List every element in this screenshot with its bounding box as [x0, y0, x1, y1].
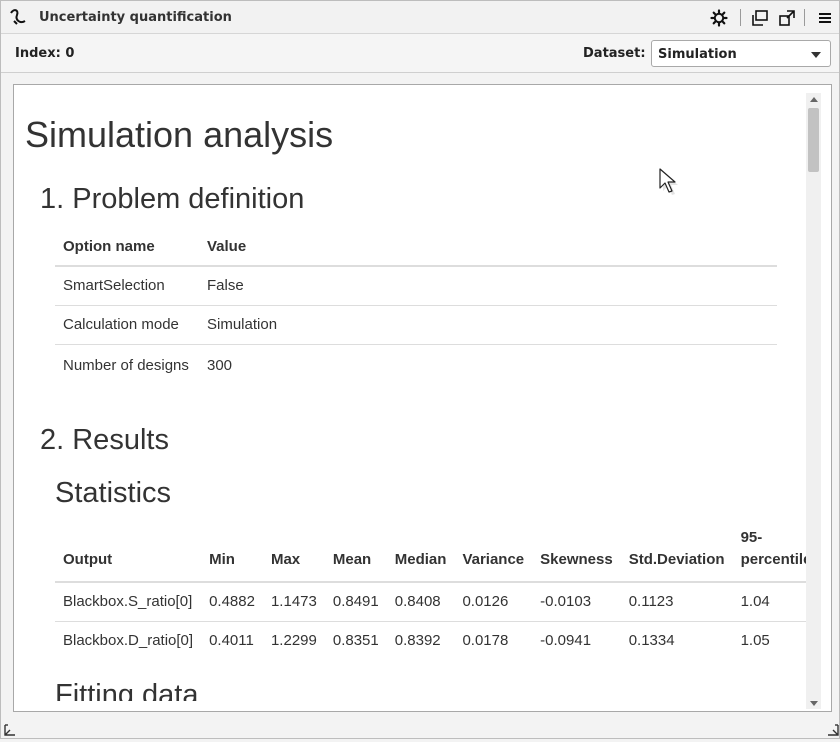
table-cell: 0.4011	[209, 632, 254, 650]
options-table: Option name Value SmartSelection False C…	[55, 228, 777, 402]
table-cell: 1.04	[732, 582, 806, 622]
table-cell: 0.8491	[324, 582, 387, 622]
table-cell: 1.1473	[262, 582, 325, 622]
dataset-dropdown[interactable]: Simulation	[651, 40, 831, 67]
s-curve-icon	[8, 7, 28, 27]
mouse-pointer-icon	[657, 166, 681, 198]
column-header: Option name	[55, 228, 199, 267]
section-heading-problem: 1. Problem definition	[40, 183, 305, 215]
statistics-table: Output Min Max Mean Median Variance Skew…	[55, 522, 806, 660]
page-title: Simulation analysis	[25, 114, 334, 155]
table-cell: 0.1334	[628, 632, 675, 650]
toolbar-separator	[740, 9, 741, 26]
window-title: Uncertainty quantification	[39, 10, 232, 25]
column-header: Median	[386, 522, 455, 583]
table-cell: 1.05	[740, 632, 770, 650]
table-cell: 0.8408	[386, 582, 455, 622]
dock-icon	[752, 10, 768, 26]
column-header: Value	[199, 228, 777, 267]
table-cell: Number of designs	[63, 356, 189, 374]
table-row: SmartSelection False	[55, 266, 777, 306]
column-header: Max	[262, 522, 325, 583]
scroll-up-icon[interactable]	[810, 97, 818, 102]
settings-button[interactable]	[709, 8, 729, 28]
table-cell: 0.0178	[462, 632, 509, 650]
gear-icon	[710, 9, 728, 27]
vertical-scroll-thumb[interactable]	[808, 108, 819, 172]
toolbar-separator	[804, 9, 805, 26]
column-header: Variance	[454, 522, 533, 583]
table-cell: 0.8351	[332, 632, 379, 650]
table-cell: False	[199, 266, 777, 306]
scroll-down-icon[interactable]	[810, 701, 818, 706]
table-row: Number of designs 300	[55, 344, 777, 402]
table-cell: -0.0941	[540, 632, 592, 650]
section-heading-results: 2. Results	[40, 424, 169, 456]
table-cell: Simulation	[199, 305, 777, 345]
table-cell: 0.1123	[620, 582, 733, 622]
table-cell: -0.0103	[532, 582, 621, 622]
table-cell: SmartSelection	[55, 266, 199, 306]
table-cell: Blackbox.S_ratio[0]	[55, 582, 202, 622]
app-window: Uncertainty quantification Index: 0 Data…	[0, 0, 840, 739]
dataset-label: Dataset:	[583, 46, 646, 61]
column-header: Output	[55, 522, 202, 583]
column-header: Std.Deviation	[620, 522, 733, 583]
resize-corner-left-icon[interactable]	[4, 723, 16, 736]
subsection-heading-statistics: Statistics	[55, 477, 172, 509]
undock-button[interactable]	[777, 8, 797, 28]
table-cell: Blackbox.D_ratio[0]	[63, 632, 194, 650]
column-header: Min	[201, 522, 263, 583]
table-cell: 0.0126	[454, 582, 533, 622]
table-cell: Calculation mode	[55, 305, 199, 345]
undock-icon	[779, 10, 795, 26]
table-row: Blackbox.D_ratio[0] 0.4011 1.2299 0.8351…	[55, 621, 806, 660]
table-cell: 1.2299	[270, 632, 317, 650]
dataset-selected-value: Simulation	[658, 47, 737, 62]
subsection-heading-fitting: Fitting data	[55, 679, 199, 701]
index-label: Index: 0	[15, 46, 75, 61]
vertical-scrollbar[interactable]	[806, 93, 821, 709]
table-row: Blackbox.S_ratio[0] 0.4882 1.1473 0.8491…	[55, 582, 806, 622]
horizontal-scrollbar[interactable]	[26, 711, 806, 712]
hamburger-menu-icon	[819, 13, 831, 23]
report-document: Simulation analysis 1. Problem definitio…	[14, 85, 806, 701]
table-row: Calculation mode Simulation	[55, 305, 777, 345]
resize-corner-right-icon[interactable]	[825, 723, 839, 736]
table-cell: 300	[207, 356, 233, 374]
chevron-down-icon	[811, 52, 821, 58]
table-cell: 0.4882	[201, 582, 263, 622]
dock-button[interactable]	[750, 8, 770, 28]
column-header: Mean	[324, 522, 387, 583]
column-header: Skewness	[532, 522, 621, 583]
title-bar: Uncertainty quantification	[1, 1, 839, 34]
column-header: 95-percentile	[732, 522, 806, 583]
report-panel[interactable]: Simulation analysis 1. Problem definitio…	[13, 84, 832, 712]
menu-button[interactable]	[815, 8, 835, 28]
report-toolbar: Index: 0 Dataset: Simulation	[1, 34, 839, 73]
table-cell: 0.8392	[394, 632, 441, 650]
